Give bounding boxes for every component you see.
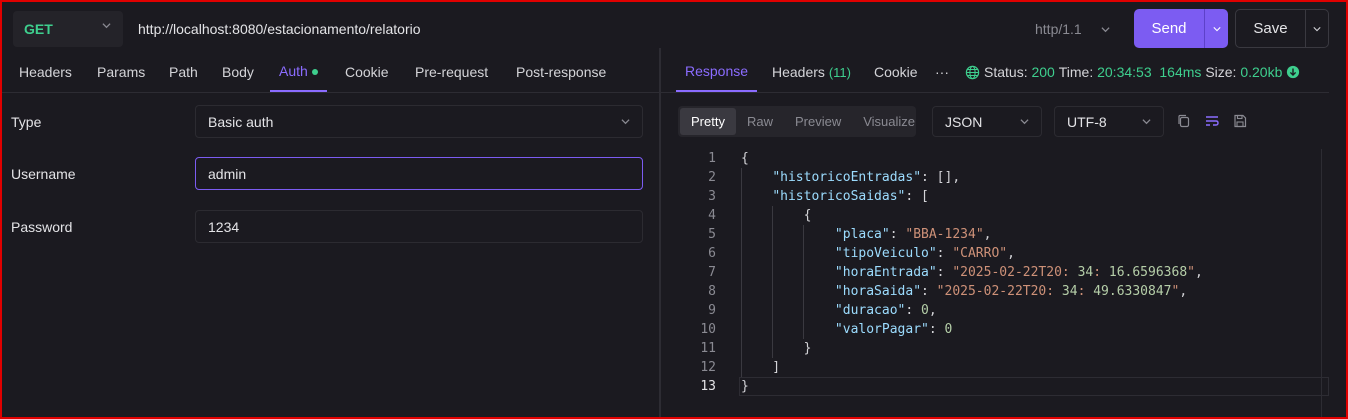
password-field[interactable]: 1234 — [195, 210, 643, 243]
status-label: Status: — [984, 64, 1028, 80]
status-code: 200 — [1031, 64, 1055, 80]
save-label: Save — [1253, 20, 1288, 37]
line-number: 7 — [708, 265, 716, 280]
url-input[interactable]: http://localhost:8080/estacionamento/rel… — [126, 11, 1124, 47]
line-number: 11 — [700, 341, 716, 356]
code-line: "valorPagar": 0 — [834, 322, 953, 337]
line-number: 3 — [708, 189, 716, 204]
username-field[interactable]: admin — [195, 157, 643, 190]
size-value: 0.20kb — [1240, 64, 1283, 80]
send-label: Send — [1151, 20, 1187, 37]
save-response-icon[interactable] — [1232, 113, 1248, 129]
username-value: admin — [208, 165, 247, 182]
code-line: ] — [741, 360, 781, 375]
tab-response-headers[interactable]: Headers (11) — [772, 52, 851, 92]
chevron-down-icon — [1142, 119, 1151, 125]
chevron-down-icon — [1313, 26, 1321, 31]
type-label: Type — [11, 114, 42, 130]
save-options-button[interactable] — [1306, 25, 1328, 33]
response-tabs: Response Headers (11) Cookie ··· Status:… — [661, 52, 1329, 93]
duration-value: 164ms — [1159, 64, 1202, 80]
username-label: Username — [11, 166, 76, 182]
chevron-down-icon — [1020, 119, 1029, 125]
tab-auth-label: Auth — [279, 63, 308, 79]
http-version-select[interactable]: http/1.1 — [1026, 11, 1124, 47]
response-status-bar: Status: 200 Time: 20:34:53 164ms Size: 0… — [965, 52, 1300, 92]
chevron-down-icon — [621, 119, 630, 125]
line-number: 2 — [708, 170, 716, 185]
line-number: 10 — [700, 322, 716, 337]
tab-pre-request[interactable]: Pre-request — [415, 52, 488, 92]
auth-type-value: Basic auth — [208, 113, 274, 130]
code-line: { — [741, 208, 812, 223]
download-icon[interactable] — [1286, 65, 1300, 79]
method-label: GET — [24, 21, 53, 37]
chevron-down-icon — [1212, 26, 1221, 31]
format-select[interactable]: JSON — [932, 106, 1042, 137]
wrap-lines-icon[interactable] — [1204, 113, 1220, 129]
view-visualize[interactable]: Visualize — [852, 108, 926, 135]
send-options-button[interactable] — [1205, 25, 1228, 33]
code-line: "tipoVeiculo": "CARRO", — [834, 246, 1015, 261]
current-line-highlight — [739, 377, 1329, 396]
tab-cookie[interactable]: Cookie — [345, 52, 389, 92]
view-preview[interactable]: Preview — [784, 108, 852, 135]
code-line: "horaSaida": "2025-02-22T20: 34: 49.6330… — [834, 284, 1188, 299]
copy-icon[interactable] — [1176, 113, 1192, 129]
line-number: 4 — [708, 208, 716, 223]
globe-icon — [965, 65, 980, 79]
code-line: "historicoSaidas": [ — [772, 189, 929, 204]
code-line: } — [741, 341, 812, 356]
format-value: JSON — [945, 113, 983, 130]
code-line: "horaEntrada": "2025-02-22T20: 34: 16.65… — [834, 265, 1203, 280]
code-line: "duracao": 0, — [834, 303, 937, 318]
view-pretty[interactable]: Pretty — [680, 108, 736, 135]
view-raw[interactable]: Raw — [736, 108, 784, 135]
tab-response-cookie[interactable]: Cookie — [874, 52, 918, 92]
password-value: 1234 — [208, 218, 240, 235]
view-mode-segment: Pretty Raw Preview Visualize — [678, 106, 916, 137]
send-button[interactable]: Send — [1134, 9, 1228, 48]
more-tabs-button[interactable]: ··· — [935, 52, 949, 92]
url-text: http://localhost:8080/estacionamento/rel… — [138, 21, 421, 37]
tab-auth[interactable]: Auth — [270, 52, 327, 92]
chevron-down-icon — [1101, 27, 1110, 33]
line-number: 9 — [708, 303, 716, 318]
tab-response[interactable]: Response — [676, 52, 758, 92]
code-line: "placa": "BBA-1234", — [834, 227, 992, 242]
time-label: Time: — [1058, 64, 1094, 80]
line-number: 6 — [708, 246, 716, 261]
http-version-label: http/1.1 — [1035, 21, 1082, 37]
encoding-select[interactable]: UTF-8 — [1054, 106, 1164, 137]
code-line: { — [741, 151, 749, 166]
tab-post-response[interactable]: Post-response — [516, 52, 606, 92]
line-number: 8 — [708, 284, 716, 299]
size-label: Size: — [1205, 64, 1237, 80]
tab-path[interactable]: Path — [169, 52, 198, 92]
tab-response-headers-label: Headers — [772, 64, 825, 80]
time-value: 20:34:53 — [1097, 64, 1152, 80]
encoding-value: UTF-8 — [1067, 113, 1107, 130]
code-line: } — [741, 379, 749, 394]
password-label: Password — [11, 219, 73, 235]
auth-type-select[interactable]: Basic auth — [195, 105, 643, 138]
code-line: "historicoEntradas": [], — [772, 170, 961, 185]
response-body-viewer[interactable]: 1 2 3 4 5 6 7 8 9 10 11 12 13 { "histori… — [661, 149, 1329, 419]
line-number: 12 — [700, 360, 716, 375]
tab-headers[interactable]: Headers — [19, 52, 72, 92]
line-number: 13 — [700, 379, 716, 394]
line-number: 1 — [708, 151, 716, 166]
active-dot-icon — [311, 69, 318, 75]
save-button[interactable]: Save — [1235, 9, 1329, 48]
tab-body[interactable]: Body — [222, 52, 254, 92]
vertical-scrollbar[interactable] — [1321, 149, 1329, 419]
chevron-down-icon — [102, 23, 111, 29]
request-tabs: Headers Params Path Body Auth Cookie Pre… — [0, 52, 659, 93]
method-select[interactable]: GET — [13, 11, 123, 47]
line-number: 5 — [708, 227, 716, 242]
tab-params[interactable]: Params — [97, 52, 145, 92]
headers-count-badge: (11) — [828, 64, 851, 80]
